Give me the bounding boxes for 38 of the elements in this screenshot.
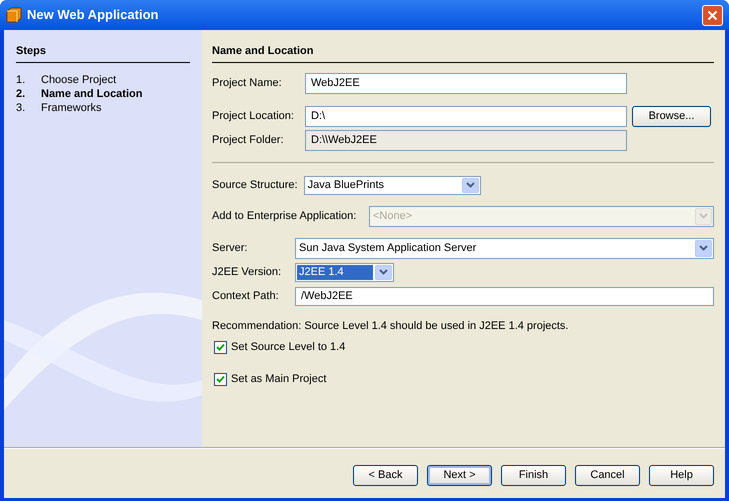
checkbox[interactable] — [214, 372, 227, 386]
dialog-button[interactable]: < Back — [353, 465, 418, 486]
close-icon — [707, 10, 718, 20]
checkbox-label: Set Source Level to 1.4 — [231, 340, 346, 355]
dialog-button[interactable]: Help — [649, 465, 714, 486]
recommendation-text: Recommendation: Source Level 1.4 should be used in J2EE 1.4 projects. — [212, 318, 570, 334]
section-heading: Name and Location — [212, 43, 714, 62]
step-number: 1. — [16, 73, 26, 88]
close-button[interactable] — [702, 4, 723, 26]
field-label: Project Name: — [212, 76, 283, 91]
field-label: Add to Enterprise Application: — [212, 208, 358, 224]
field-label: Project Folder: — [212, 132, 285, 148]
checkbox[interactable] — [214, 340, 227, 354]
checkbox-label: Set as Main Project — [231, 372, 326, 387]
field-label: J2EE Version: — [212, 264, 282, 280]
field-label: Project Location: — [212, 108, 295, 124]
input-field[interactable]: D:\ — [305, 106, 627, 126]
dialog-button[interactable]: Cancel — [575, 465, 640, 486]
field-label: Server: — [212, 240, 248, 256]
step-number: 2. — [16, 87, 26, 102]
steps-heading: Steps — [16, 43, 190, 62]
step-label[interactable]: Choose Project — [41, 72, 116, 89]
window-title: New Web Application — [27, 6, 158, 24]
dropdown[interactable]: Java BluePrints — [304, 176, 481, 194]
browse-button[interactable]: Browse... — [632, 106, 711, 126]
step-number: 3. — [16, 101, 26, 116]
dialog-button[interactable]: Next > — [427, 465, 492, 486]
cube-icon — [6, 7, 22, 23]
dropdown[interactable]: J2EE 1.4 — [295, 262, 394, 282]
field-label: Context Path: — [212, 288, 280, 304]
field-label: Source Structure: — [212, 178, 299, 193]
step-label[interactable]: Frameworks — [41, 100, 102, 117]
input-field[interactable]: /WebJ2EE — [295, 286, 714, 306]
step-label[interactable]: Name and Location — [41, 86, 142, 103]
dialog-button[interactable]: Finish — [501, 465, 566, 486]
input-field[interactable]: D:\\WebJ2EE — [305, 130, 627, 150]
input-field[interactable]: WebJ2EE — [305, 72, 627, 94]
dropdown[interactable]: Sun Java System Application Server — [295, 238, 714, 258]
